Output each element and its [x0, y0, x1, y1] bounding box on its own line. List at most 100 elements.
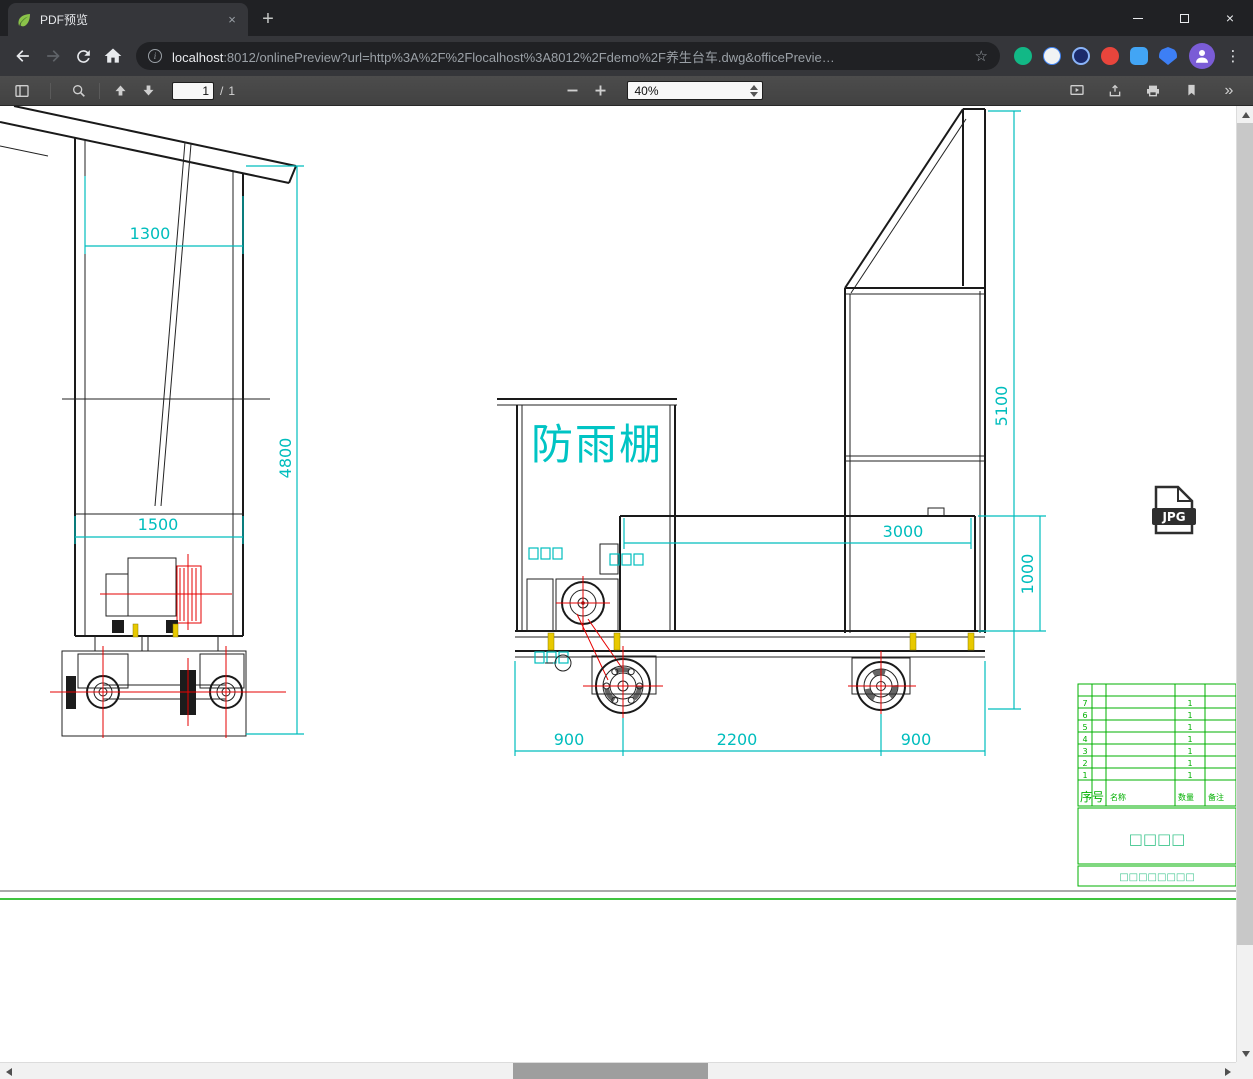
jpg-file-icon: JPG — [1152, 485, 1196, 535]
presentation-mode-button[interactable] — [1063, 79, 1091, 103]
tab-title: PDF预览 — [40, 13, 89, 27]
dim-900-right: 900 — [901, 730, 932, 749]
page-number-input[interactable] — [172, 81, 214, 100]
leaf-favicon-icon — [18, 13, 30, 26]
arrow-up-icon — [115, 85, 125, 96]
page-count: /1 — [220, 84, 235, 98]
zoom-select[interactable]: 40% — [626, 81, 763, 100]
scroll-left-button[interactable] — [0, 1063, 17, 1079]
dim-1300: 1300 — [130, 224, 171, 243]
horizontal-scrollbar-thumb[interactable] — [513, 1063, 708, 1079]
close-button[interactable]: × — [1207, 0, 1253, 36]
page-total-value: 1 — [228, 83, 236, 98]
scroll-up-button[interactable] — [1237, 106, 1253, 123]
extension-icon-5[interactable] — [1130, 47, 1148, 65]
presentation-icon — [1070, 84, 1084, 95]
row-no: 1 — [1082, 771, 1087, 780]
vertical-scrollbar[interactable] — [1236, 106, 1253, 1062]
zoom-out-button[interactable] — [559, 79, 587, 103]
page-info-icon[interactable]: i — [148, 49, 162, 63]
arrow-up-icon — [1241, 111, 1250, 118]
row-qty: 1 — [1187, 735, 1192, 744]
scroll-down-button[interactable] — [1237, 1045, 1253, 1062]
find-button[interactable] — [65, 79, 93, 103]
zoom-value: 40% — [634, 83, 659, 98]
dim-1500: 1500 — [138, 515, 179, 534]
print-button[interactable] — [1139, 79, 1167, 103]
search-icon — [73, 84, 85, 97]
profile-avatar[interactable] — [1189, 43, 1215, 69]
title-block: 7 1 6 1 5 1 4 1 3 1 2 1 1 1 序号 名称 数量 备注 … — [1077, 683, 1236, 887]
row-qty: 1 — [1187, 747, 1192, 756]
home-button[interactable] — [98, 41, 128, 71]
open-file-button[interactable] — [1101, 79, 1129, 103]
extension-icon-6[interactable] — [1159, 47, 1177, 65]
previous-page-button[interactable] — [106, 79, 134, 103]
row-no: 2 — [1082, 759, 1087, 768]
front-view-geometry — [497, 108, 986, 728]
titleblock-footer: □□□□□□□□ — [1119, 872, 1195, 883]
back-button[interactable] — [8, 41, 38, 71]
header-qty: 数量 — [1178, 792, 1194, 802]
row-qty: 1 — [1187, 723, 1192, 732]
row-no: 7 — [1082, 699, 1087, 708]
row-no: 5 — [1082, 723, 1087, 732]
url-host: localhost — [172, 49, 224, 65]
toolbar-separator — [99, 82, 100, 99]
minimize-icon — [1133, 17, 1143, 19]
sidebar-toggle-button[interactable] — [8, 79, 36, 103]
new-tab-button[interactable]: + — [254, 5, 282, 33]
dim-2200: 2200 — [717, 730, 758, 749]
row-no: 3 — [1082, 747, 1087, 756]
arrow-right-icon — [1224, 1067, 1231, 1076]
extension-icon-2[interactable] — [1043, 47, 1061, 65]
extension-icon-4[interactable] — [1101, 47, 1119, 65]
maximize-icon — [1179, 13, 1189, 23]
plus-icon — [595, 85, 606, 96]
row-no: 6 — [1082, 711, 1087, 720]
browser-tab[interactable]: PDF预览 × — [8, 3, 248, 36]
bookmark-star-icon[interactable]: ☆ — [975, 47, 988, 65]
row-qty: 1 — [1187, 711, 1192, 720]
window-controls: × — [1115, 0, 1253, 36]
header-name: 名称 — [1110, 792, 1126, 802]
forward-arrow-icon — [47, 50, 60, 62]
select-stepper-icon — [749, 84, 758, 97]
open-file-icon — [1109, 84, 1121, 96]
next-page-button[interactable] — [134, 79, 162, 103]
titleblock-title: □□□□ — [1129, 830, 1186, 848]
horizontal-scrollbar[interactable] — [0, 1062, 1236, 1079]
dim-5100: 5100 — [992, 386, 1011, 427]
back-arrow-icon — [16, 50, 29, 62]
more-tools-button[interactable]: » — [1215, 79, 1243, 103]
arrow-left-icon — [5, 1067, 12, 1076]
dim-4800: 4800 — [276, 438, 295, 479]
zoom-in-button[interactable] — [587, 79, 615, 103]
dim-1000: 1000 — [1018, 554, 1037, 595]
download-bookmark-button[interactable] — [1177, 79, 1205, 103]
pdf-toolbar: /1 40% — [0, 76, 1253, 106]
minimize-button[interactable] — [1115, 0, 1161, 36]
person-icon — [1196, 50, 1208, 63]
scroll-right-button[interactable] — [1219, 1063, 1236, 1079]
extensions-row — [1014, 47, 1177, 65]
arrow-down-icon — [143, 85, 153, 96]
extension-icon-1[interactable] — [1014, 47, 1032, 65]
extension-icon-3[interactable] — [1072, 47, 1090, 65]
browser-titlebar: PDF预览 × + × — [0, 0, 1253, 36]
scrollbar-corner — [1236, 1062, 1253, 1079]
forward-button[interactable] — [38, 41, 68, 71]
reload-button[interactable] — [68, 41, 98, 71]
browser-menu-button[interactable]: ⋮ — [1221, 47, 1245, 65]
arrow-down-icon — [1241, 1050, 1250, 1057]
row-qty: 1 — [1187, 759, 1192, 768]
side-view-dimensions: 1300 4800 1500 — [74, 165, 304, 735]
toolbar-separator — [50, 82, 51, 99]
home-icon — [104, 48, 122, 63]
maximize-button[interactable] — [1161, 0, 1207, 36]
tab-close-icon[interactable]: × — [224, 12, 240, 28]
url-bar[interactable]: i localhost:8012/onlinePreview?url=http%… — [136, 42, 1000, 70]
vertical-scrollbar-thumb[interactable] — [1237, 123, 1253, 945]
canopy-label: 防雨棚 — [531, 420, 663, 469]
dim-900-left: 900 — [554, 730, 585, 749]
